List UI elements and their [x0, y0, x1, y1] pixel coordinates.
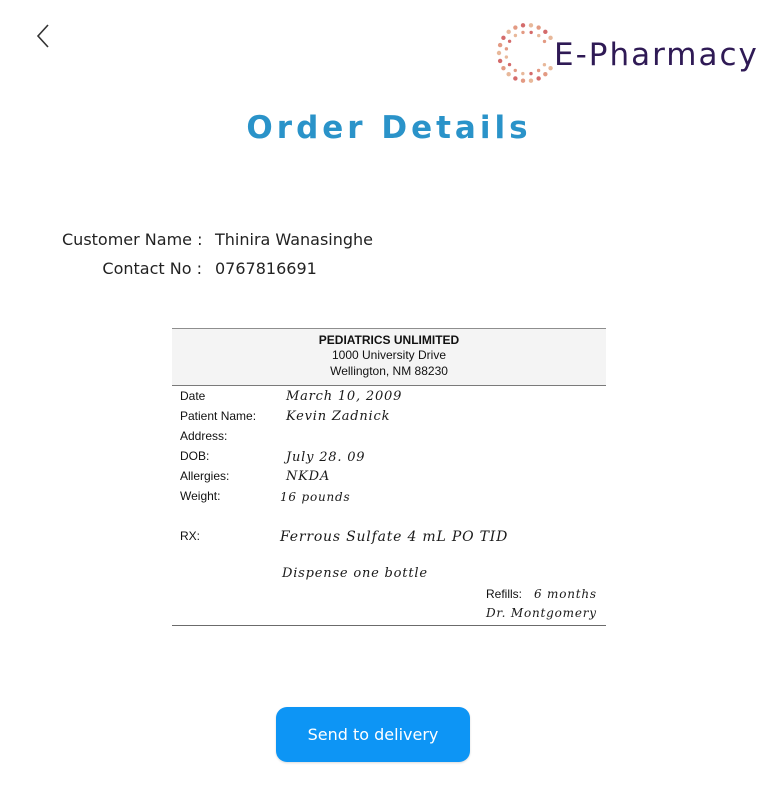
logo-dot	[543, 29, 548, 35]
patient-value: Kevin Zadnick	[286, 409, 391, 424]
refills-label: Refills:	[486, 587, 523, 601]
doctor-signature: Dr. Montgomery	[486, 606, 597, 620]
clinic-address-line1: 1000 University Drive	[331, 348, 447, 362]
logo-dot	[521, 71, 525, 76]
allergies-label: Allergies:	[180, 469, 230, 483]
contact-value: 0767816691	[215, 259, 317, 278]
logo-dot	[507, 39, 512, 43]
dob-value: July 28. 09	[286, 450, 366, 465]
logo-dot	[504, 47, 509, 51]
allergies-value: NKDA	[286, 469, 331, 484]
weight-value: 16 pounds	[280, 490, 351, 504]
refills-value: 6 months	[534, 587, 597, 601]
weight-label: Weight:	[180, 489, 221, 503]
logo-dot	[528, 23, 534, 28]
prescription-header: PEDIATRICS UNLIMITED 1000 University Dri…	[172, 329, 606, 386]
back-button[interactable]	[28, 20, 58, 54]
brand-logo: E-Pharmacy	[494, 20, 764, 90]
chevron-left-icon	[36, 24, 49, 48]
prescription-image[interactable]: PEDIATRICS UNLIMITED 1000 University Dri…	[172, 328, 606, 626]
logo-dot	[506, 29, 511, 35]
logo-dot	[543, 71, 548, 77]
dispense-value: Dispense one bottle	[282, 566, 428, 581]
send-to-delivery-button[interactable]: Send to delivery	[276, 707, 470, 762]
logo-dot	[536, 68, 541, 73]
logo-dot	[529, 71, 533, 76]
logo-dot	[529, 30, 533, 35]
contact-label: Contact No :	[102, 259, 202, 278]
brand-name: E-Pharmacy	[554, 37, 759, 73]
logo-dots-icon	[496, 23, 553, 83]
logo-dot	[496, 50, 502, 56]
logo-dot	[501, 35, 506, 41]
logo-dot	[520, 23, 526, 28]
logo-dot	[513, 76, 518, 81]
logo-dot	[536, 76, 541, 81]
rx-value: Ferrous Sulfate 4 mL PO TID	[280, 529, 509, 545]
customer-name-label: Customer Name :	[62, 230, 203, 249]
logo-dot	[520, 78, 526, 83]
logo-dot	[497, 58, 503, 64]
customer-name-value: Thinira Wanasinghe	[215, 230, 374, 249]
dob-label: DOB:	[180, 449, 210, 463]
logo-dot	[513, 25, 518, 30]
logo-dot	[504, 55, 509, 59]
logo-dot	[513, 68, 517, 73]
logo-dot	[501, 65, 506, 71]
logo-dot	[507, 62, 512, 67]
logo-dot	[537, 33, 541, 38]
clinic-name: PEDIATRICS UNLIMITED	[318, 333, 460, 347]
logo-dot	[497, 42, 503, 48]
address-label: Address:	[180, 429, 228, 443]
date-label: Date	[180, 389, 206, 403]
page-title: Order Details	[246, 110, 532, 146]
logo-dot	[542, 39, 547, 44]
logo-dot	[548, 65, 553, 71]
patient-label: Patient Name:	[180, 409, 257, 423]
rx-label: RX:	[180, 529, 201, 543]
logo-dot	[521, 30, 525, 35]
logo-dot	[506, 71, 511, 77]
logo-dot	[548, 35, 553, 41]
logo-dot	[513, 33, 518, 38]
logo-dot	[536, 25, 541, 30]
clinic-address-line2: Wellington, NM 88230	[330, 364, 448, 378]
logo-dot	[542, 63, 547, 67]
date-value: March 10, 2009	[286, 389, 403, 404]
logo-dot	[528, 78, 534, 83]
